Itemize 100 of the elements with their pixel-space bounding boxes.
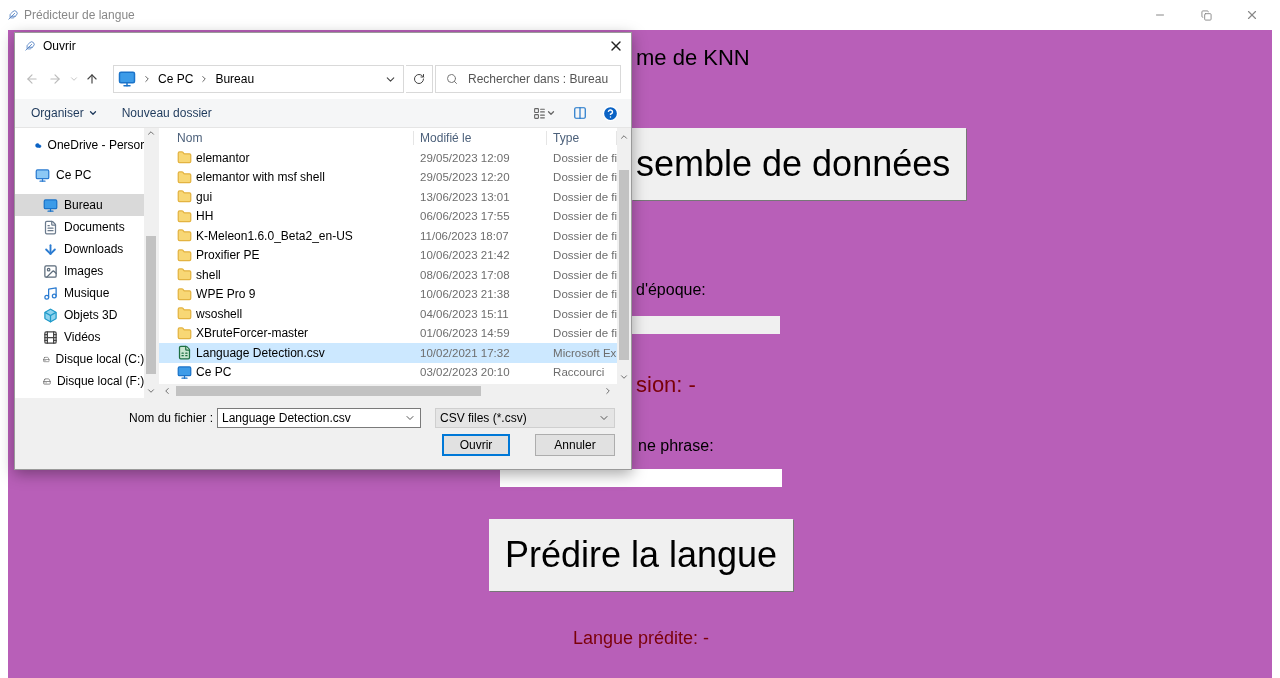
file-row[interactable]: elemantor 29/05/2023 12:09 Dossier de fi [159,148,617,168]
document-icon [43,219,58,235]
modified-cell-text: 01/06/2023 14:59 [419,327,511,340]
chevron-down-icon [146,386,157,396]
help-icon [601,104,619,122]
phrase-field[interactable] [500,469,782,487]
film-icon [43,329,58,345]
file-type-select[interactable]: CSV files (*.csv) [435,408,615,428]
folder-icon [177,189,193,205]
refresh-button[interactable] [405,65,433,93]
search-input[interactable]: Rechercher dans : Bureau [466,71,620,87]
scrollbar[interactable] [159,384,631,398]
type-cell-text: Dossier de fi [552,327,617,340]
scrollbar[interactable] [144,128,159,398]
modified-cell-text: 29/05/2023 12:09 [419,151,511,164]
nav-item[interactable]: Ce PC [15,164,145,186]
type-cell-text: Dossier de fi [552,171,617,184]
caret-icon [545,108,556,118]
list-view-icon [532,106,546,120]
column-header[interactable]: Modifié le [414,131,548,145]
file-row[interactable]: HH 06/06/2023 17:55 Dossier de fi [159,206,617,226]
nav-item[interactable]: Objets 3D [15,304,145,326]
open-button[interactable]: Ouvrir [442,434,510,456]
file-row[interactable]: Proxifier PE 10/06/2023 21:42 Dossier de fi [159,245,617,265]
new-folder-button[interactable]: Nouveau dossier [121,106,212,120]
load-dataset-button[interactable]: semble de données [632,128,967,200]
nav-item[interactable]: Images [15,260,145,282]
restore-icon [1200,9,1212,21]
file-row[interactable]: WPE Pro 9 10/06/2023 21:38 Dossier de fi [159,284,617,304]
refresh-icon [412,73,425,85]
file-name: XBruteForcer-master [159,325,415,341]
column-header[interactable]: Nom [159,131,415,145]
file-row[interactable]: shell 08/06/2023 17:08 Dossier de fi [159,265,617,285]
computer-icon [177,364,193,380]
dialog-title: Ouvrir [43,39,77,53]
type-cell-text: Dossier de fi [552,307,617,320]
file-row[interactable]: Ce PC 03/02/2023 20:10 Raccourci [159,362,617,382]
modified-cell-text: 11/06/2023 18:07 [419,229,510,242]
music-note-icon [43,285,58,301]
file-name: elemantor [159,150,415,166]
nav-item[interactable]: Vidéos [15,326,145,348]
image-icon [43,263,58,279]
type-cell-text: Dossier de fi [552,190,617,203]
app-icon [8,10,18,20]
folder-icon [177,150,193,166]
nav-item[interactable]: Downloads [15,238,145,260]
filename-field[interactable]: Language Detection.csv [217,408,421,428]
file-row[interactable]: XBruteForcer-master 01/06/2023 14:59 Dossier de fi [159,323,617,343]
file-name: Language Detection.csv [159,345,415,361]
folder-icon [177,286,193,302]
spreadsheet-icon [177,345,193,361]
type-cell-text: Dossier de fi [552,210,617,223]
chevron-right-icon [603,386,613,396]
app-icon [25,41,35,51]
file-row[interactable]: gui 13/06/2023 13:01 Dossier de fi [159,187,617,207]
cancel-button[interactable]: Annuler [535,434,615,456]
phrase-label: ne phrase: [638,438,714,454]
precision-label: sion: - [636,374,696,396]
filter-value: CSV files (*.csv) [440,411,527,425]
search-icon [446,73,458,85]
file-name: WPE Pro 9 [159,286,415,302]
file-row[interactable]: wsoshell 04/06/2023 15:11 Dossier de fi [159,304,617,324]
type-cell-text: Microsoft Ex [552,346,617,359]
nav-item[interactable]: Bureau [15,194,145,216]
search-field[interactable]: Rechercher dans : Bureau [435,65,621,93]
nav-item[interactable]: Musique [15,282,145,304]
folder-icon [177,306,193,322]
breadcrumb-item[interactable]: Ce PC [158,72,194,86]
file-row[interactable]: Language Detection.csv 10/02/2021 17:32 Microsoft Ex [159,343,617,363]
nav-item[interactable]: Disque local (F:) [15,370,145,392]
folder-icon [177,325,193,341]
nav-item[interactable]: Documents [15,216,145,238]
file-name: Ce PC [159,364,415,380]
nav-item[interactable]: OneDrive - Persor [15,134,145,156]
scrollbar[interactable] [617,128,631,384]
type-cell-text: Dossier de fi [552,288,617,301]
computer-icon [118,70,137,88]
folder-icon [177,247,193,263]
chevron-up-icon [619,132,629,142]
modified-cell-text: 29/05/2023 12:20 [419,171,511,184]
file-name: HH [159,208,415,224]
pane-icon [573,106,587,120]
arrow-right-icon [48,72,63,86]
organize-menu[interactable]: Organiser [31,106,98,120]
file-name: K-Meleon1.6.0_Beta2_en-US [159,228,415,244]
file-row[interactable]: K-Meleon1.6.0_Beta2_en-US 11/06/2023 18:07 Dossier de fi [159,226,617,246]
address-bar[interactable]: Ce PC Bureau [113,65,404,93]
window-title: Prédicteur de langue [24,8,136,22]
predict-button[interactable]: Prédire la langue [488,519,794,591]
modified-cell-text: 10/06/2023 21:42 [419,249,511,262]
epoch-field[interactable] [632,316,780,334]
file-name: elemantor with msf shell [159,169,415,185]
type-cell-text: Dossier de fi [552,151,617,164]
file-row[interactable]: elemantor with msf shell 29/05/2023 12:20 Dossier de fi [159,167,617,187]
nav-item[interactable]: Disque local (C:) [15,348,145,370]
modified-cell-text: 10/06/2023 21:38 [419,288,511,301]
chevron-up-icon [146,128,157,138]
modified-cell-text: 08/06/2023 17:08 [419,268,511,281]
epoch-label: d'époque: [636,282,706,298]
breadcrumb-item[interactable]: Bureau [215,72,255,86]
